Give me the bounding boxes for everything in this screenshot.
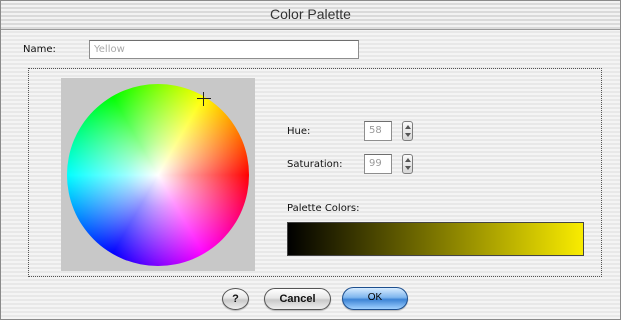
cancel-button[interactable]: Cancel [264,288,331,310]
stepper-up-icon[interactable] [405,158,411,162]
window-title: Color Palette [270,6,351,22]
hue-label: Hue: [287,126,311,137]
ok-button[interactable]: OK [342,287,408,310]
hue-field[interactable]: 58 [364,121,392,141]
stepper-up-icon[interactable] [405,125,411,129]
palette-colors-label: Palette Colors: [287,203,360,214]
saturation-stepper[interactable] [402,154,413,174]
title-bar[interactable]: Color Palette [1,1,620,30]
help-button[interactable]: ? [222,288,249,310]
stepper-down-icon[interactable] [405,133,411,137]
color-palette-window: Color Palette Name: Yellow Hue: 58 Satur… [0,0,621,320]
crosshair-icon[interactable] [197,92,211,106]
stepper-down-icon[interactable] [405,166,411,170]
name-input[interactable]: Yellow [89,40,359,59]
color-wheel-panel [61,78,255,271]
color-group-box: Hue: 58 Saturation: 99 Palette Colors: [28,68,602,277]
saturation-field[interactable]: 99 [364,154,392,174]
saturation-label: Saturation: [287,159,343,170]
name-label: Name: [23,44,56,55]
palette-gradient-bar [287,222,584,256]
hue-stepper[interactable] [402,121,413,141]
color-wheel[interactable] [67,84,249,266]
